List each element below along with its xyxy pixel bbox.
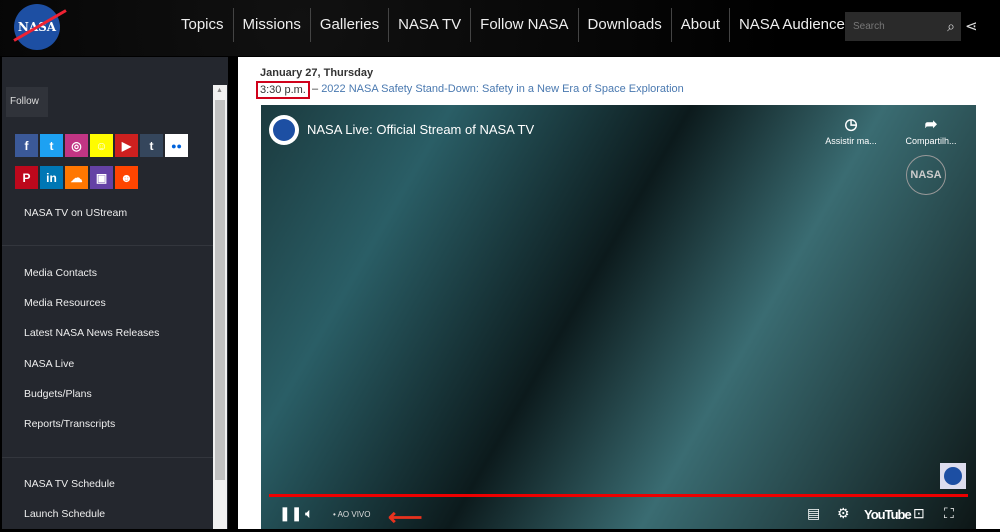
main-content: January 27, Thursday 3:30 p.m. – 2022 NA… [238, 57, 1000, 531]
scrollbar-thumb[interactable] [215, 100, 225, 480]
twitter-icon[interactable]: t [40, 134, 63, 157]
main-nav: Topics Missions Galleries NASA TV Follow… [172, 8, 861, 42]
link-nasa-tv-ustream[interactable]: NASA TV on UStream [24, 207, 127, 219]
annotation-arrow-icon: ⟵ [388, 504, 423, 531]
event-item: – 2022 NASA Safety Stand-Down: Safety in… [312, 83, 684, 95]
facebook-icon[interactable]: f [15, 134, 38, 157]
nav-nasa-tv[interactable]: NASA TV [388, 8, 470, 42]
settings-gear-icon[interactable]: ⚙ [837, 505, 850, 522]
event-time: 3:30 p.m. [256, 81, 310, 99]
cast-icon[interactable]: ⊡ [913, 505, 925, 522]
sidebar-scrollbar[interactable]: ▲ [213, 85, 227, 529]
share-arrow-icon: ➦ [924, 116, 938, 133]
divider [2, 457, 213, 458]
volume-icon[interactable]: 🔈︎ [305, 505, 313, 522]
pause-icon[interactable]: ❚❚ [279, 505, 302, 522]
snapchat-icon[interactable]: ☺ [90, 134, 113, 157]
scroll-up-icon[interactable]: ▲ [216, 87, 223, 94]
social-row-2: Pin ☁ ▣ ☻ [15, 166, 138, 189]
link-budgets-plans[interactable]: Budgets/Plans [24, 388, 92, 400]
nav-downloads[interactable]: Downloads [577, 8, 671, 42]
watch-later-button[interactable]: ◷ Assistir ma... [821, 115, 881, 146]
video-player[interactable]: NASA Live: Official Stream of NASA TV ◷ A… [261, 105, 976, 531]
link-tv-schedule[interactable]: NASA TV Schedule [24, 478, 115, 490]
link-media-contacts[interactable]: Media Contacts [24, 267, 97, 279]
player-controls: ❚❚ 🔈︎ • AO VIVO ⟵ ▤ ⚙ YouTube ⊡ ⛶ [261, 499, 976, 531]
link-reports-transcripts[interactable]: Reports/Transcripts [24, 418, 115, 430]
social-row-1: f t ◎ ☺ ▶ t ●● [15, 134, 188, 157]
sidebar: Follow f t ◎ ☺ ▶ t ●● Pin ☁ ▣ ☻ NASA TV on UStrea… [2, 57, 228, 529]
subtitles-icon[interactable]: ▤ [807, 505, 820, 522]
nasa-watermark: NASA [906, 155, 946, 195]
nav-follow-nasa[interactable]: Follow NASA [470, 8, 577, 42]
nav-galleries[interactable]: Galleries [309, 8, 388, 42]
event-link[interactable]: 2022 NASA Safety Stand-Down: Safety in a… [321, 83, 684, 95]
share-icon[interactable]: ⋖ [965, 17, 978, 35]
youtube-icon[interactable]: ▶ [115, 134, 138, 157]
progress-bar[interactable] [269, 494, 968, 497]
nav-about[interactable]: About [670, 8, 729, 42]
live-indicator[interactable]: • AO VIVO [333, 510, 370, 519]
nasa-logo[interactable]: NASA [14, 4, 60, 50]
link-media-resources[interactable]: Media Resources [24, 297, 106, 309]
clock-icon: ◷ [844, 116, 858, 133]
instagram-icon[interactable]: ◎ [65, 134, 88, 157]
search-icon[interactable]: ⌕ [947, 18, 955, 35]
link-news-releases[interactable]: Latest NASA News Releases [24, 327, 159, 339]
channel-avatar[interactable] [269, 115, 299, 145]
video-title[interactable]: NASA Live: Official Stream of NASA TV [307, 122, 534, 137]
channel-branding-icon[interactable] [940, 463, 966, 489]
nav-missions[interactable]: Missions [232, 8, 310, 42]
site-header: NASA Topics Missions Galleries NASA TV F… [0, 0, 1000, 56]
linkedin-icon[interactable]: in [40, 166, 63, 189]
search-input[interactable]: Search ⌕ [845, 12, 961, 41]
twitch-icon[interactable]: ▣ [90, 166, 113, 189]
youtube-logo[interactable]: YouTube [864, 507, 912, 522]
nav-nasa-audiences[interactable]: NASA Audiences [728, 8, 861, 42]
pinterest-icon[interactable]: P [15, 166, 38, 189]
follow-tab[interactable]: Follow [6, 87, 48, 117]
soundcloud-icon[interactable]: ☁ [65, 166, 88, 189]
fullscreen-icon[interactable]: ⛶ [944, 505, 954, 522]
event-date: January 27, Thursday [260, 67, 374, 79]
share-video-button[interactable]: ➦ Compartilh... [901, 115, 961, 146]
divider [2, 245, 213, 246]
link-launch-schedule[interactable]: Launch Schedule [24, 508, 105, 520]
reddit-icon[interactable]: ☻ [115, 166, 138, 189]
nav-topics[interactable]: Topics [172, 8, 233, 42]
link-nasa-live[interactable]: NASA Live [24, 358, 74, 370]
flickr-icon[interactable]: ●● [165, 134, 188, 157]
tumblr-icon[interactable]: t [140, 134, 163, 157]
